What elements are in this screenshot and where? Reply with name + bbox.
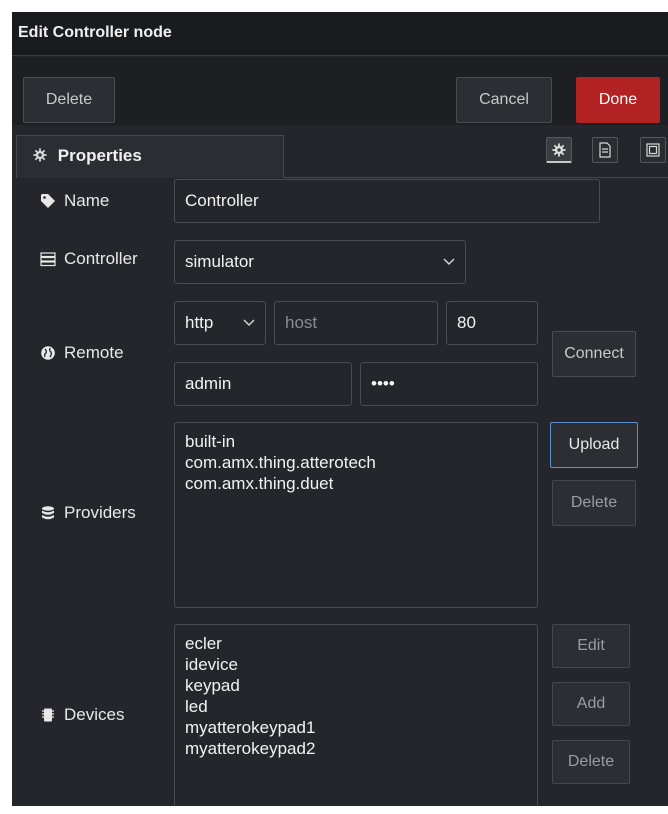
done-label: Done — [598, 91, 638, 108]
device-icon — [40, 707, 56, 723]
connect-button[interactable]: Connect — [552, 331, 636, 377]
chevron-down-icon — [243, 316, 255, 330]
protocol-select-value: http — [185, 313, 214, 332]
server-icon — [40, 251, 56, 267]
controller-select-value: simulator — [185, 252, 254, 271]
edit-device-button[interactable]: Edit — [552, 624, 630, 668]
add-device-label: Add — [576, 695, 606, 712]
name-label: Name — [64, 191, 110, 210]
remote-label: Remote — [64, 343, 124, 362]
delete-node-button[interactable]: Delete — [23, 77, 115, 123]
devices-label-row: Devices — [40, 702, 124, 728]
globe-icon — [40, 345, 56, 361]
delete-device-button[interactable]: Delete — [552, 740, 630, 784]
list-item[interactable]: idevice — [185, 654, 527, 675]
database-icon — [40, 505, 56, 521]
cancel-label: Cancel — [479, 91, 529, 108]
username-input-value: admin — [185, 374, 232, 393]
tab-bar: Properties — [12, 125, 668, 179]
delete-provider-label: Delete — [570, 494, 618, 511]
controller-label: Controller — [64, 249, 138, 268]
list-item[interactable]: built-in — [185, 431, 527, 452]
delete-device-label: Delete — [567, 753, 615, 770]
frame-icon[interactable] — [640, 137, 666, 163]
connect-label: Connect — [564, 345, 624, 362]
dialog-title: Edit Controller node — [12, 12, 668, 56]
devices-label: Devices — [64, 705, 125, 724]
cancel-button[interactable]: Cancel — [456, 77, 552, 123]
gear-icon — [33, 146, 58, 165]
controller-select[interactable]: simulator — [174, 240, 466, 284]
chevron-down-icon — [443, 255, 455, 269]
port-input-value: 80 — [457, 313, 476, 332]
devices-list[interactable]: ecler idevice keypad led myatterokeypad1… — [174, 624, 538, 806]
protocol-select[interactable]: http — [174, 301, 266, 345]
edit-dialog: Edit Controller node Delete Cancel Done — [12, 12, 668, 806]
tab-properties-label: Properties — [57, 146, 142, 165]
upload-label: Upload — [568, 436, 620, 453]
name-input-value: Controller — [185, 191, 259, 210]
tab-divider — [284, 177, 668, 178]
list-item[interactable]: keypad — [185, 675, 527, 696]
done-button[interactable]: Done — [576, 77, 660, 123]
providers-label-row: Providers — [40, 500, 136, 526]
controller-label-row: Controller — [40, 246, 138, 272]
name-label-row: Name — [40, 188, 109, 214]
port-input[interactable]: 80 — [446, 301, 538, 345]
edit-device-label: Edit — [577, 637, 605, 654]
tab-properties[interactable]: Properties — [16, 135, 284, 178]
list-item[interactable]: myatterokeypad1 — [185, 717, 527, 738]
upload-button[interactable]: Upload — [550, 422, 638, 468]
password-input[interactable]: •••• — [360, 362, 538, 406]
list-item[interactable]: com.amx.thing.atterotech — [185, 452, 527, 473]
providers-label: Providers — [64, 503, 136, 522]
delete-provider-button[interactable]: Delete — [552, 480, 636, 526]
document-icon[interactable] — [592, 137, 618, 163]
username-input[interactable]: admin — [174, 362, 352, 406]
remote-label-row: Remote — [40, 340, 124, 366]
password-input-value: •••• — [371, 374, 395, 393]
host-input[interactable]: host — [274, 301, 438, 345]
gear-icon[interactable] — [546, 137, 572, 163]
list-item[interactable]: com.amx.thing.duet — [185, 473, 527, 494]
tag-icon — [40, 193, 56, 209]
dialog-toolbar: Delete Cancel Done — [12, 57, 668, 126]
list-item[interactable]: ecler — [185, 633, 527, 654]
host-input-placeholder: host — [285, 313, 318, 332]
name-input[interactable]: Controller — [174, 179, 600, 223]
delete-node-label: Delete — [45, 91, 93, 108]
add-device-button[interactable]: Add — [552, 682, 630, 726]
list-item[interactable]: led — [185, 696, 527, 717]
providers-list[interactable]: built-in com.amx.thing.atterotech com.am… — [174, 422, 538, 608]
list-item[interactable]: myatterokeypad2 — [185, 738, 527, 759]
